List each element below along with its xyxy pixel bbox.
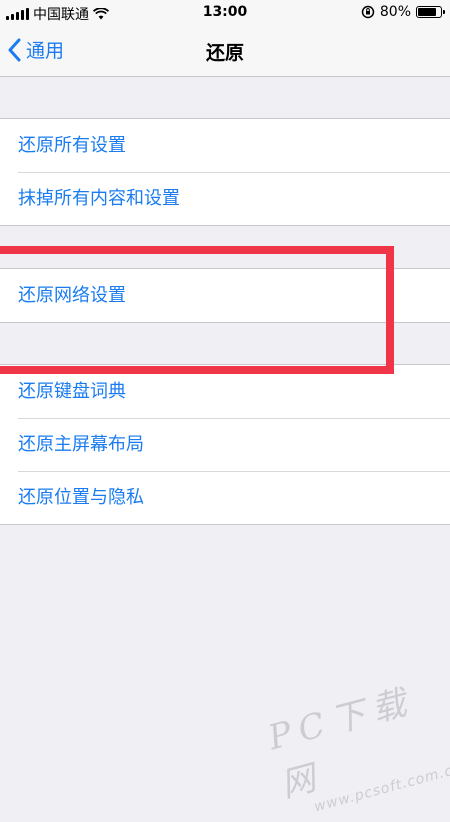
battery-level: [418, 8, 436, 16]
erase-all-content-button[interactable]: 抹掉所有内容和设置: [0, 172, 450, 225]
reset-keyboard-dictionary-button[interactable]: 还原键盘词典: [0, 365, 450, 418]
settings-group-network: 还原网络设置: [0, 268, 450, 323]
battery-icon: [416, 6, 445, 18]
battery-percent: 80%: [379, 4, 411, 20]
reset-network-settings-button[interactable]: 还原网络设置: [0, 269, 450, 322]
reset-all-settings-button[interactable]: 还原所有设置: [0, 119, 450, 172]
reset-home-screen-layout-button[interactable]: 还原主屏幕布局: [0, 418, 450, 471]
rotation-lock-icon: [361, 5, 375, 19]
status-right: 80%: [361, 4, 445, 20]
settings-group-reset-all: 还原所有设置 抹掉所有内容和设置: [0, 118, 450, 226]
reset-location-privacy-button[interactable]: 还原位置与隐私: [0, 471, 450, 524]
page-title: 还原: [205, 42, 244, 64]
settings-group-other: 还原键盘词典 还原主屏幕布局 还原位置与隐私: [0, 364, 450, 525]
nav-bar: 通用 还原: [0, 26, 450, 77]
status-bar: 中国联通 13:00 80%: [0, 0, 450, 26]
watermark: PC下载网 www.pcsoft.com.cn: [262, 663, 450, 822]
